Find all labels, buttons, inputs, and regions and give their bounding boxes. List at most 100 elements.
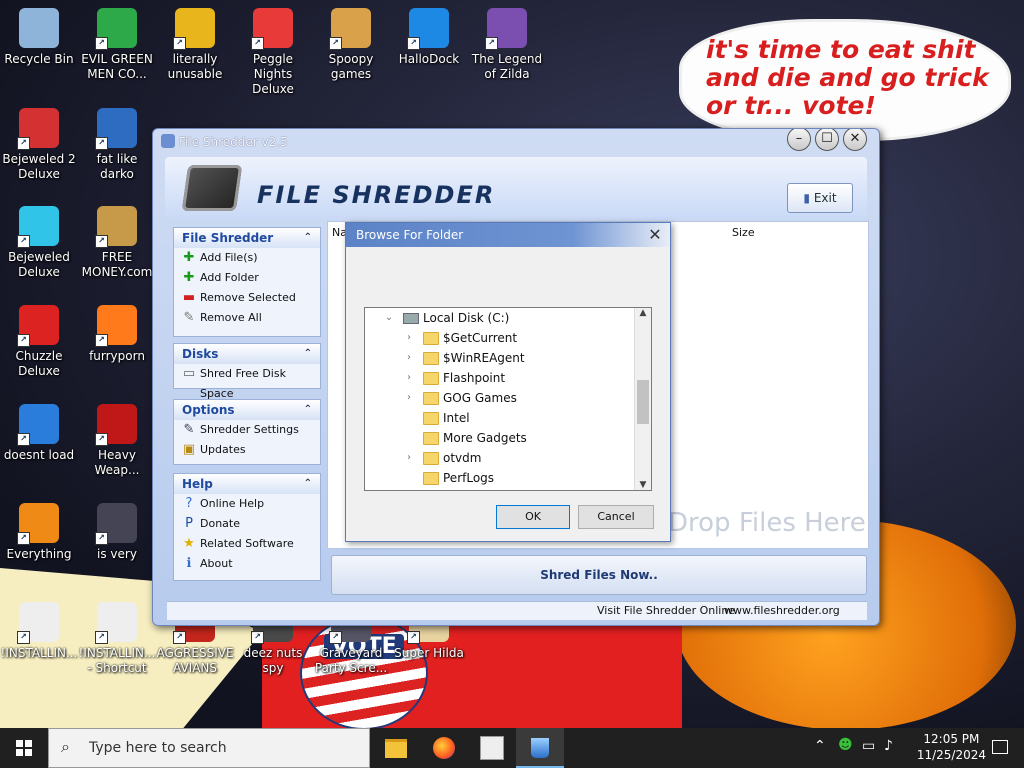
drop-files-hint: Drop Files Here (668, 508, 866, 538)
shred-free-space-link[interactable]: ▭ Shred Free Disk Space (174, 364, 320, 401)
minimize-button[interactable]: – (787, 129, 811, 151)
search-box[interactable]: ⌕ Type here to search (48, 728, 370, 768)
remove-selected-link[interactable]: ▬ Remove Selected (174, 288, 320, 308)
desktop-icon[interactable]: ↗ Heavy Weap... (78, 404, 156, 478)
desktop-icon[interactable]: ↗ Spoopy games (312, 8, 390, 82)
app-taskbar-icon[interactable] (468, 728, 516, 768)
panel-header[interactable]: Help ⌃ (174, 474, 320, 494)
scroll-down-icon[interactable]: ▼ (635, 480, 651, 490)
plus-icon: ✚ (183, 270, 195, 285)
desktop-icon[interactable]: ↗ Chuzzle Deluxe (0, 305, 78, 379)
chevron-right-icon[interactable]: › (403, 328, 415, 348)
maximize-button[interactable]: ☐ (815, 129, 839, 151)
add-folder-link[interactable]: ✚ Add Folder (174, 268, 320, 288)
desktop-icon[interactable]: Recycle Bin (0, 8, 78, 67)
panel-header[interactable]: Options ⌃ (174, 400, 320, 420)
desktop-icon[interactable]: ↗ doesnt load (0, 404, 78, 463)
online-help-link[interactable]: ? Online Help (174, 494, 320, 514)
desktop-icon[interactable]: ↗ !INSTALLIN... - Shortcut (78, 602, 156, 676)
desktop-icon[interactable]: ↗ FREE MONEY.com (78, 206, 156, 280)
chevron-right-icon[interactable]: › (403, 448, 415, 468)
panel-header[interactable]: Disks ⌃ (174, 344, 320, 364)
shredder-settings-link[interactable]: ✎ Shredder Settings (174, 420, 320, 440)
collapse-icon[interactable]: ⌃ (304, 474, 312, 494)
shortcut-arrow-icon: ↗ (17, 631, 30, 644)
collapse-icon[interactable]: ⌃ (304, 400, 312, 420)
volume-icon[interactable]: ♪ (884, 738, 893, 754)
desktop-icon[interactable]: ↗ !INSTALLIN... (0, 602, 78, 661)
firefox-taskbar-icon[interactable] (420, 728, 468, 768)
folder-tree[interactable]: ⌄ Local Disk (C:) › $GetCurrent › $WinREAge… (364, 307, 652, 491)
website-link[interactable]: www.fileshredder.org (724, 602, 840, 620)
tree-folder-item[interactable]: › $WinREAgent (365, 348, 633, 368)
desktop-icon[interactable]: ↗ HalloDock (390, 8, 468, 67)
tree-folder-label: $WinREAgent (443, 351, 525, 365)
speech-bubble-text: it's time to eat shit and die and go tri… (706, 35, 989, 120)
related-software-link[interactable]: ★ Related Software (174, 534, 320, 554)
collapse-icon[interactable]: ⌃ (304, 344, 312, 364)
updates-link[interactable]: ▣ Updates (174, 440, 320, 460)
notifications-icon[interactable] (992, 740, 1008, 754)
tree-scrollbar[interactable]: ▲ ▼ (634, 308, 651, 490)
column-header-size[interactable]: Size (732, 226, 755, 239)
panel-header[interactable]: File Shredder ⌃ (174, 228, 320, 248)
panel-title: Options (182, 403, 235, 417)
add-files-link[interactable]: ✚ Add File(s) (174, 248, 320, 268)
visit-online-link[interactable]: Visit File Shredder Online (597, 602, 735, 620)
desktop-icon[interactable]: ↗ Everything (0, 503, 78, 562)
file-explorer-taskbar-icon[interactable] (372, 728, 420, 768)
folder-icon (423, 452, 439, 465)
close-icon[interactable]: ✕ (646, 223, 664, 247)
chevron-up-icon[interactable]: ⌃ (814, 738, 826, 754)
user-icon[interactable]: ☻ (838, 737, 853, 753)
tree-folder-item[interactable]: More Gadgets (365, 428, 633, 448)
tree-folder-item[interactable]: › Flashpoint (365, 368, 633, 388)
desktop-icon[interactable]: ↗ Bejeweled Deluxe (0, 206, 78, 280)
file-shredder-taskbar-icon[interactable] (516, 728, 564, 768)
clock[interactable]: 12:05 PM 11/25/2024 (917, 731, 986, 763)
desktop-icon[interactable]: ↗ Peggle Nights Deluxe (234, 8, 312, 97)
item-label: Add File(s) (200, 251, 258, 264)
start-button[interactable] (0, 728, 48, 768)
desktop-icon[interactable]: ↗ The Legend of Zilda (468, 8, 546, 82)
scrollbar-thumb[interactable] (637, 380, 649, 424)
tree-root[interactable]: ⌄ Local Disk (C:) (365, 308, 633, 328)
tree-folder-label: $GetCurrent (443, 331, 518, 345)
cancel-button[interactable]: Cancel (578, 505, 654, 529)
app-logo-text: FILE SHREDDER (257, 181, 496, 209)
exit-button[interactable]: ▮ Exit (787, 183, 853, 213)
chevron-right-icon[interactable]: › (403, 388, 415, 408)
desktop-icon[interactable]: ↗ EVIL GREEN MEN CO... (78, 8, 156, 82)
dialog-title-bar[interactable]: Browse For Folder ✕ (346, 223, 670, 247)
close-button[interactable]: ✕ (843, 129, 867, 151)
desktop-icon[interactable]: ↗ fat like darko (78, 108, 156, 182)
donate-link[interactable]: P Donate (174, 514, 320, 534)
tree-folder-item[interactable]: › otvdm (365, 448, 633, 468)
ok-button[interactable]: OK (496, 505, 570, 529)
desktop-icon[interactable]: ↗ Bejeweled 2 Deluxe (0, 108, 78, 182)
tree-folder-item[interactable]: › $GetCurrent (365, 328, 633, 348)
shred-files-button[interactable]: Shred Files Now.. (331, 555, 867, 595)
shortcut-arrow-icon: ↗ (407, 37, 420, 50)
folder-icon (423, 472, 439, 485)
money-bag-icon: ↗ (95, 206, 137, 248)
chevron-down-icon[interactable]: ⌄ (383, 308, 395, 328)
folder-icon: ↗ (329, 8, 371, 50)
scroll-up-icon[interactable]: ▲ (635, 308, 651, 318)
collapse-icon[interactable]: ⌃ (304, 228, 312, 248)
title-bar[interactable]: File Shredder v2.5 – ☐ ✕ (153, 129, 879, 155)
chevron-right-icon[interactable]: › (403, 368, 415, 388)
desktop-icon[interactable]: ↗ is very (78, 503, 156, 562)
disk-icon: ▭ (182, 366, 196, 381)
tree-folder-item[interactable]: PerfLogs (365, 468, 633, 488)
tree-folder-item[interactable]: › GOG Games (365, 388, 633, 408)
desktop-icon[interactable]: ↗ furryporn (78, 305, 156, 364)
about-link[interactable]: ℹ About (174, 554, 320, 574)
panel-options: Options ⌃ ✎ Shredder Settings ▣ Updates (173, 399, 321, 465)
chevron-right-icon[interactable]: › (403, 348, 415, 368)
desktop-icon[interactable]: ↗ literally unusable (156, 8, 234, 82)
network-icon[interactable]: ▭ (862, 738, 875, 754)
desktop-icon-label: literally unusable (167, 52, 223, 81)
remove-all-link[interactable]: ✎ Remove All (174, 308, 320, 328)
tree-folder-item[interactable]: Intel (365, 408, 633, 428)
